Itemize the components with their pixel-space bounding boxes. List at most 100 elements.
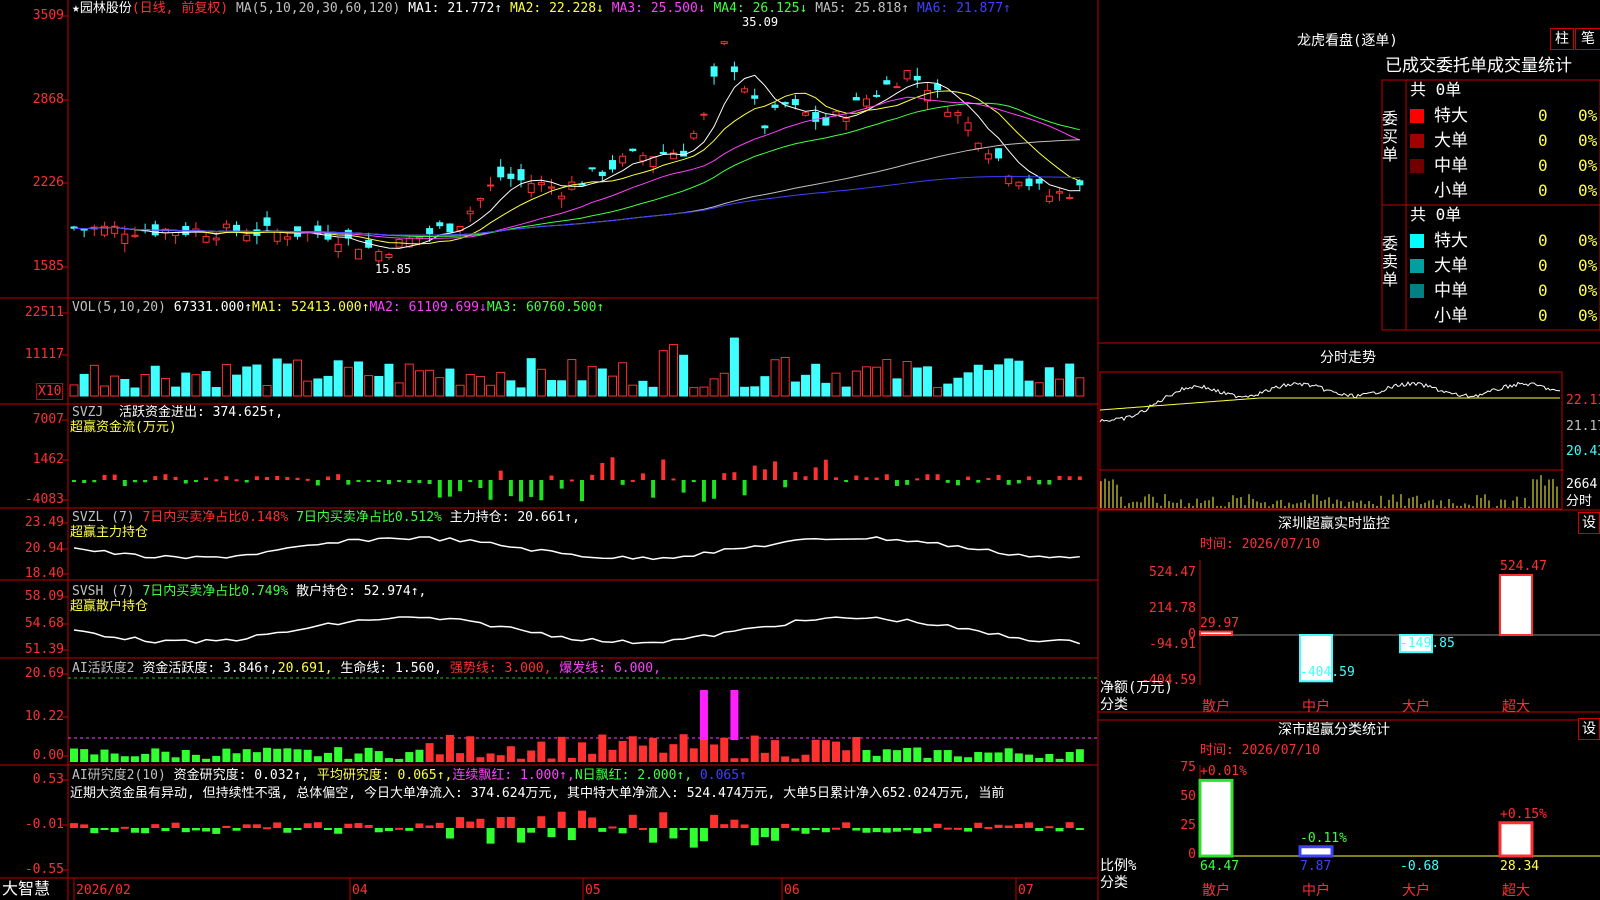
volume-bar [394, 382, 404, 397]
volume-bar [526, 358, 536, 397]
candle-body [1066, 196, 1074, 199]
volume-bar [150, 365, 160, 397]
fund-flow-bar [204, 477, 209, 480]
candle-body [862, 98, 870, 107]
monitor-y-tick: 524.47 [1149, 565, 1196, 580]
activity-bar [578, 742, 586, 762]
activity-bar [110, 753, 119, 762]
activity-bar [242, 749, 251, 762]
fund-flow-bar [803, 476, 808, 480]
intraday-tick-3: 20.43 [1566, 444, 1600, 459]
order-size-name: 小单 [1434, 306, 1468, 326]
monitor-settings-button[interactable]: 设 [1578, 512, 1600, 534]
volume-bar [1044, 367, 1054, 397]
candlestick-chart [70, 40, 1084, 266]
volume-bar [414, 370, 424, 397]
research-bar [781, 823, 790, 828]
period-mode[interactable]: (日线, 前复权) [132, 1, 228, 16]
fund-flow-bar [773, 461, 778, 480]
tick-view-button[interactable]: 笔 [1575, 28, 1600, 50]
research-bar [191, 828, 200, 831]
ma-params: MA(5,10,20,30,60,120) [235, 1, 401, 16]
svsh-line [73, 616, 1081, 645]
activity-bar [679, 734, 688, 762]
column-view-button[interactable]: 柱 [1550, 28, 1574, 50]
research-bar [1035, 828, 1044, 832]
volume-bar [638, 380, 648, 397]
classify-y-tick: 50 [1180, 789, 1196, 804]
research-bar [638, 827, 647, 830]
ai2-t5: 0.065↑ [699, 768, 747, 783]
order-size-swatch [1410, 234, 1424, 248]
retail-line [73, 616, 1081, 645]
volume-bar [1024, 380, 1034, 397]
research-bar [903, 828, 912, 831]
volume-bar [486, 384, 496, 397]
research-bar [161, 828, 170, 832]
order-percent: 0% [1578, 281, 1598, 300]
activity-bar [120, 756, 129, 762]
fund-flow-bar [884, 474, 889, 480]
monitor-bar [1199, 630, 1233, 637]
candle-body [873, 94, 881, 97]
activity-bar [537, 741, 546, 762]
classify-unit: 比例% [1100, 858, 1137, 874]
ai1-t3: 生命线: 1.560, [340, 661, 443, 676]
research-bar [649, 828, 658, 843]
favorite-star-icon[interactable]: ★ [72, 1, 80, 16]
research-bar [608, 826, 617, 829]
candle-body [121, 233, 129, 245]
fund-flow-bar [336, 474, 341, 480]
research-bar [435, 822, 444, 828]
fund-flow-bar [183, 480, 188, 484]
fund-flow-bar [590, 474, 595, 480]
candle-body [466, 210, 474, 215]
volume-bar [79, 373, 89, 397]
activity-bar [1035, 757, 1044, 762]
activity-bar [771, 740, 780, 762]
volume-bar [293, 359, 303, 397]
research-bar [628, 814, 637, 828]
order-size-swatch [1410, 159, 1424, 173]
fund-flow-bar [1006, 480, 1011, 485]
volume-bar [587, 365, 597, 397]
research-bar [1055, 828, 1064, 832]
volume-bar [750, 386, 760, 397]
y-tick-label: 0.00 [32, 748, 64, 763]
monitor-bar-value: 524.47 [1500, 559, 1547, 574]
candle-body [639, 155, 647, 162]
volume-bar [882, 359, 892, 397]
research-bar [395, 827, 404, 830]
order-size-name: 中单 [1434, 156, 1468, 176]
volume-bar [648, 386, 658, 397]
volume-bar [902, 361, 912, 397]
candle-body [730, 66, 738, 73]
classify-settings-button[interactable]: 设 [1578, 718, 1600, 740]
volume-bar [577, 380, 587, 397]
order-count: 0 [1538, 256, 1548, 275]
volume-bar [1075, 377, 1085, 397]
volume-bar [191, 374, 201, 397]
volume-bar [892, 378, 902, 397]
activity-bar [263, 747, 272, 762]
volume-bar [668, 344, 678, 397]
activity-bar [100, 749, 109, 762]
order-count: 0 [1538, 131, 1548, 150]
research-bar [1025, 822, 1034, 828]
fund-flow-bar [153, 476, 158, 480]
high-price-label: 35.09 [742, 15, 779, 29]
monitor-category: 散户 [1202, 699, 1230, 715]
research-bar [659, 812, 668, 828]
classify-change: -0.11% [1300, 830, 1347, 846]
candle-body [548, 186, 556, 189]
activity-bar [435, 754, 444, 762]
order-count: 0 [1538, 156, 1548, 175]
volume-bar [607, 375, 617, 397]
burst-bar [699, 690, 708, 740]
research-bar [212, 828, 221, 834]
research-bar [1075, 828, 1084, 830]
main-force-line [73, 536, 1080, 561]
research-bar [984, 826, 993, 829]
activity-bar [892, 750, 901, 762]
order-size-name: 特大 [1434, 106, 1468, 126]
